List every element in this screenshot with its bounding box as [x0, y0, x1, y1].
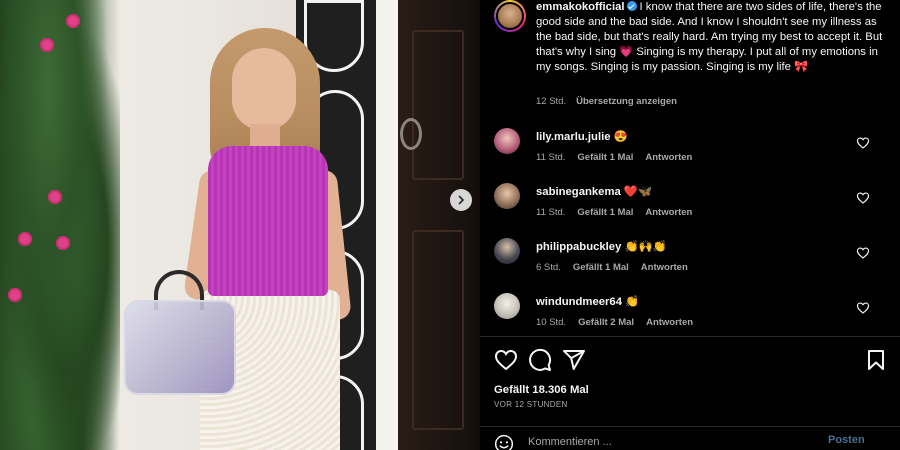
- reply-button[interactable]: Antworten: [641, 262, 688, 273]
- likes-count[interactable]: Gefällt 18.306 Mal: [494, 384, 589, 396]
- author-avatar[interactable]: [494, 0, 526, 32]
- photo-door-frame: [376, 0, 400, 450]
- translate-link[interactable]: Übersetzung anzeigen: [576, 96, 677, 107]
- photo-bougainvillea-bush: [0, 0, 120, 450]
- caption-time: 12 Std.: [536, 96, 567, 107]
- photo-flower: [66, 14, 80, 28]
- comment-text: 👏: [625, 296, 640, 308]
- action-bar: [494, 348, 888, 374]
- photo-flower: [8, 288, 22, 302]
- comment-input[interactable]: [528, 432, 828, 450]
- post-time[interactable]: VOR 12 STUNDEN: [494, 400, 568, 409]
- comment-likes[interactable]: Gefällt 1 Mal: [573, 262, 629, 273]
- comment-avatar[interactable]: [494, 183, 520, 209]
- comment-avatar[interactable]: [494, 128, 520, 154]
- comment-likes[interactable]: Gefällt 2 Mal: [578, 317, 634, 328]
- comment-username[interactable]: philippabuckley: [536, 241, 621, 253]
- comment-username[interactable]: lily.marlu.julie: [536, 131, 611, 143]
- caption-meta: 12 Std. Übersetzung anzeigen: [536, 96, 677, 107]
- comment-avatar[interactable]: [494, 238, 520, 264]
- caption-username[interactable]: emmakokofficial: [536, 1, 625, 13]
- next-image-button[interactable]: [450, 189, 472, 211]
- photo-bag: [124, 270, 239, 395]
- comment-item: philippabuckley 👏🙌👏 6 Std. Gefällt 1 Mal…: [494, 238, 894, 282]
- heart-icon[interactable]: [856, 191, 870, 205]
- comment-box: Posten: [494, 430, 888, 450]
- heart-icon[interactable]: [856, 136, 870, 150]
- divider: [480, 426, 900, 427]
- comment-item: lily.marlu.julie 😍 11 Std. Gefällt 1 Mal…: [494, 128, 894, 172]
- comment-username[interactable]: sabinegankema: [536, 186, 621, 198]
- heart-icon[interactable]: [494, 348, 518, 372]
- comment-likes[interactable]: Gefällt 1 Mal: [577, 152, 633, 163]
- reply-button[interactable]: Antworten: [645, 207, 692, 218]
- comment-icon[interactable]: [528, 348, 552, 372]
- photo-flower: [56, 236, 70, 250]
- divider: [480, 336, 900, 337]
- comment-username[interactable]: windundmeer64: [536, 296, 622, 308]
- comment-avatar[interactable]: [494, 293, 520, 319]
- photo-door-knocker: [400, 118, 422, 150]
- photo-door-panel: [412, 30, 464, 180]
- comment-time: 11 Std.: [536, 152, 566, 163]
- heart-icon[interactable]: [856, 301, 870, 315]
- comment-likes[interactable]: Gefällt 1 Mal: [577, 207, 633, 218]
- photo-flower: [48, 190, 62, 204]
- comment-item: sabinegankema ❤️🦋 11 Std. Gefällt 1 Mal …: [494, 183, 894, 227]
- heart-icon[interactable]: [856, 246, 870, 260]
- photo-door-panel: [412, 230, 464, 430]
- post-comment-button[interactable]: Posten: [828, 434, 865, 446]
- comment-time: 6 Std.: [536, 262, 561, 273]
- comment-item: windundmeer64 👏 10 Std. Gefällt 2 Mal An…: [494, 293, 894, 337]
- emoji-icon[interactable]: [494, 434, 514, 450]
- comment-time: 10 Std.: [536, 317, 567, 328]
- instagram-post: emmakokofficial I know that there are two…: [0, 0, 900, 450]
- photo-flower: [40, 38, 54, 52]
- comment-time: 11 Std.: [536, 207, 566, 218]
- photo-flower: [18, 232, 32, 246]
- comment-text: 😍: [613, 131, 628, 143]
- verified-badge-icon: [626, 1, 637, 11]
- chevron-right-icon: [458, 195, 464, 205]
- bookmark-icon[interactable]: [864, 348, 888, 372]
- reply-button[interactable]: Antworten: [646, 317, 693, 328]
- comment-text: 👏🙌👏: [624, 241, 667, 253]
- post-side-panel: emmakokofficial I know that there are two…: [480, 0, 900, 450]
- comment-text: ❤️🦋: [623, 186, 653, 198]
- post-photo[interactable]: [0, 0, 480, 450]
- post-caption: emmakokofficial I know that there are two…: [494, 0, 894, 75]
- reply-button[interactable]: Antworten: [645, 152, 692, 163]
- share-icon[interactable]: [562, 348, 586, 372]
